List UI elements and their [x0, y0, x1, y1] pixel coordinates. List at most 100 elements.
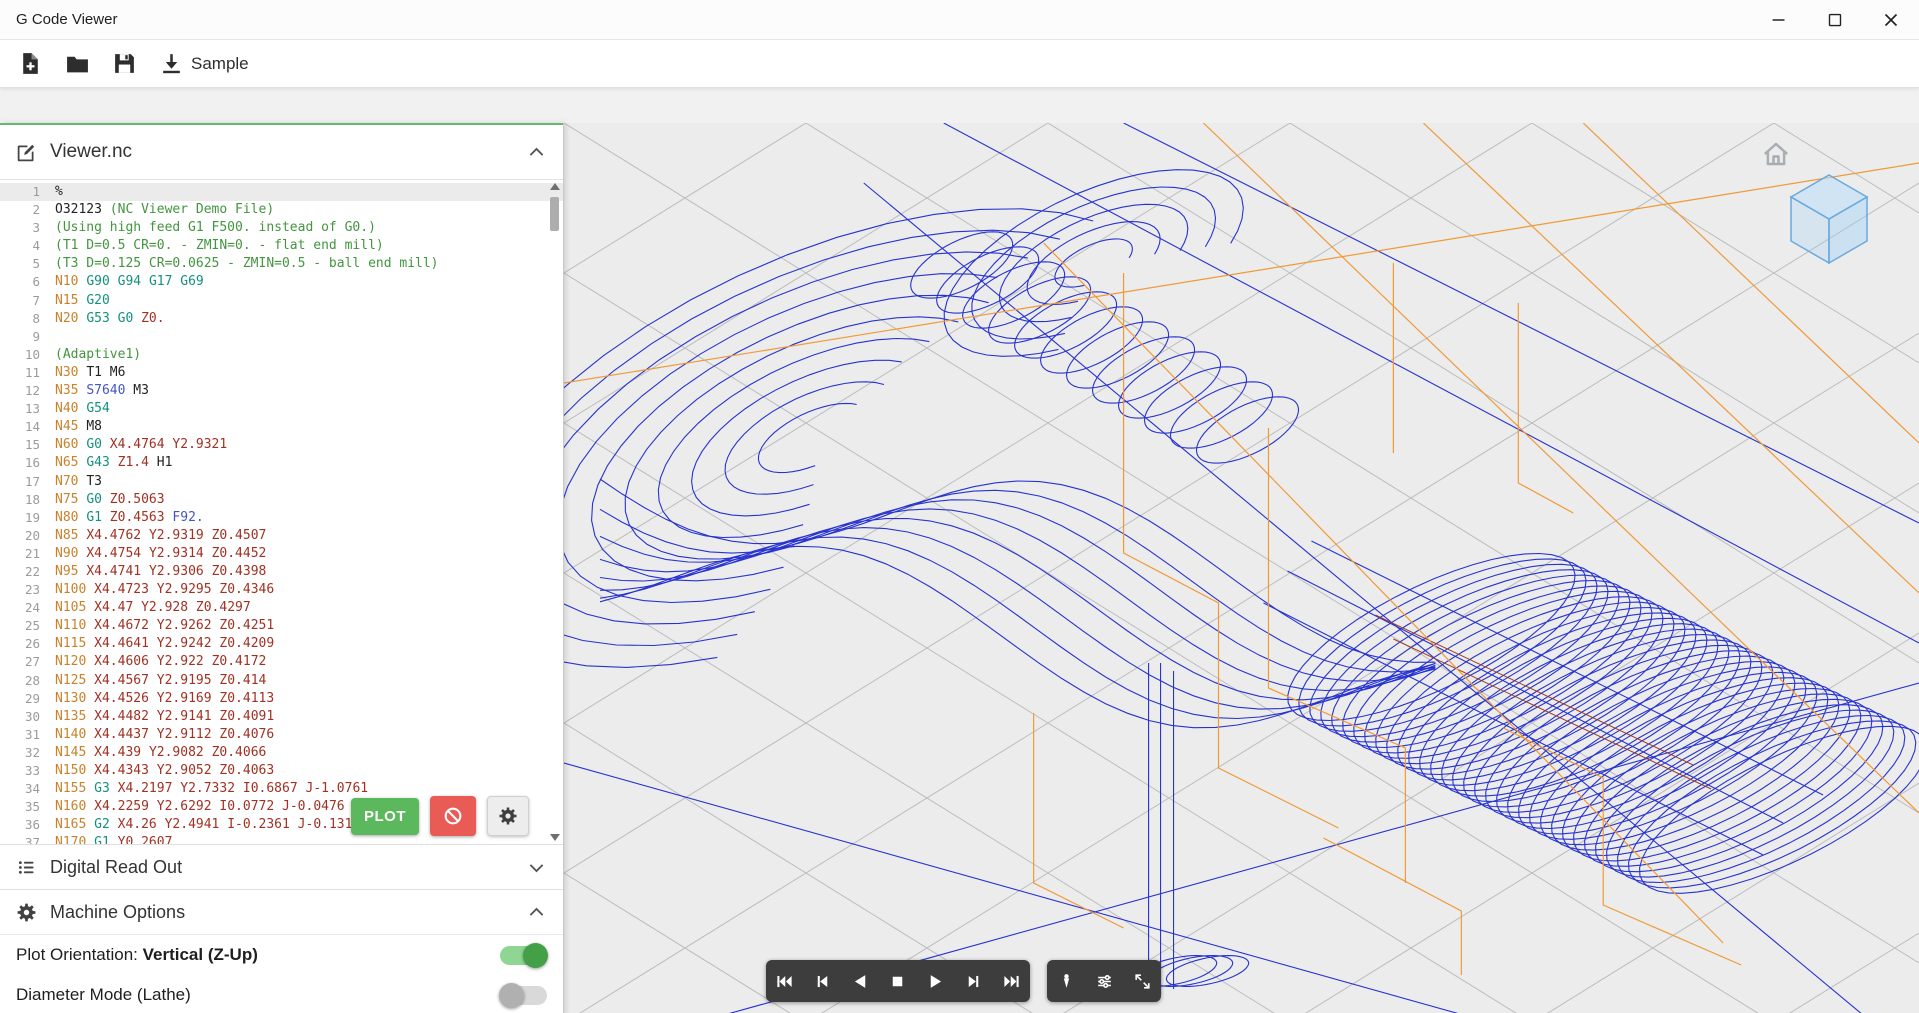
code-line[interactable]: 23N100 X4.4723 Y2.9295 Z0.4346 — [0, 581, 563, 599]
line-number: 26 — [0, 635, 55, 653]
minimize-button[interactable] — [1751, 0, 1807, 39]
code-line[interactable]: 25N110 X4.4672 Y2.9262 Z0.4251 — [0, 617, 563, 635]
code-line[interactable]: 4(T1 D=0.5 CR=0. - ZMIN=0. - flat end mi… — [0, 237, 563, 255]
plot-settings-button[interactable] — [487, 796, 529, 836]
scrollbar-thumb[interactable] — [550, 197, 559, 231]
play-button[interactable] — [922, 963, 950, 999]
code-text: N90 X4.4754 Y2.9314 Z0.4452 — [55, 545, 266, 563]
scroll-up-arrow-icon[interactable] — [550, 183, 560, 190]
code-line[interactable]: 27N120 X4.4606 Y2.922 Z0.4172 — [0, 653, 563, 671]
machine-options-header[interactable]: Machine Options — [0, 889, 563, 935]
sample-button[interactable]: Sample — [153, 45, 255, 82]
code-line[interactable]: 24N105 X4.47 Y2.928 Z0.4297 — [0, 599, 563, 617]
editor-scrollbar[interactable] — [548, 183, 561, 841]
line-number: 36 — [0, 816, 55, 834]
code-line[interactable]: 31N140 X4.4437 Y2.9112 Z0.4076 — [0, 726, 563, 744]
code-line[interactable]: 7N15 G20 — [0, 292, 563, 310]
plot-orientation-toggle[interactable] — [500, 946, 547, 965]
code-text: N80 G1 Z0.4563 F92. — [55, 509, 204, 527]
line-number: 31 — [0, 726, 55, 744]
code-line[interactable]: 21N90 X4.4754 Y2.9314 Z0.4452 — [0, 545, 563, 563]
digital-read-out-header[interactable]: Digital Read Out — [0, 844, 563, 889]
code-line[interactable]: 10(Adaptive1) — [0, 346, 563, 364]
maximize-button[interactable] — [1807, 0, 1863, 39]
code-line[interactable]: 5(T3 D=0.125 CR=0.0625 - ZMIN=0.5 - ball… — [0, 255, 563, 273]
code-line[interactable]: 29N130 X4.4526 Y2.9169 Z0.4113 — [0, 690, 563, 708]
line-number: 11 — [0, 364, 55, 382]
code-line[interactable]: 11N30 T1 M6 — [0, 364, 563, 382]
code-line[interactable]: 1% — [0, 183, 563, 201]
code-text: N40 G54 — [55, 400, 110, 418]
code-text: N155 G3 X4.2197 Y2.7332 I0.6867 J-1.0761 — [55, 780, 368, 798]
code-line[interactable]: 22N95 X4.4741 Y2.9306 Z0.4398 — [0, 563, 563, 581]
code-editor[interactable]: 1%2O32123 (NC Viewer Demo File)3(Using h… — [0, 180, 563, 844]
code-lines[interactable]: 1%2O32123 (NC Viewer Demo File)3(Using h… — [0, 183, 563, 844]
save-button[interactable] — [106, 45, 143, 82]
toggle-knob — [523, 943, 548, 968]
sliders-icon — [1095, 972, 1114, 991]
code-line[interactable]: 18N75 G0 Z0.5063 — [0, 491, 563, 509]
code-line[interactable]: 6N10 G90 G94 G17 G69 — [0, 273, 563, 291]
code-line[interactable]: 32N145 X4.439 Y2.9082 Z0.4066 — [0, 744, 563, 762]
step-back-button[interactable] — [809, 963, 837, 999]
fullscreen-button[interactable] — [1128, 963, 1156, 999]
collapse-editor-chevron-icon[interactable] — [526, 142, 547, 163]
reverse-play-button[interactable] — [846, 963, 874, 999]
code-line[interactable]: 8N20 G53 G0 Z0. — [0, 310, 563, 328]
line-number: 27 — [0, 653, 55, 671]
edit-icon — [16, 142, 37, 163]
scroll-down-arrow-icon[interactable] — [550, 834, 560, 841]
list-icon — [16, 857, 37, 878]
code-line[interactable]: 3(Using high feed G1 F500. instead of G0… — [0, 219, 563, 237]
close-button[interactable] — [1863, 0, 1919, 39]
code-line[interactable]: 9 — [0, 328, 563, 346]
code-line[interactable]: 30N135 X4.4482 Y2.9141 Z0.4091 — [0, 708, 563, 726]
view-cube[interactable] — [1779, 165, 1879, 265]
code-line[interactable]: 19N80 G1 Z0.4563 F92. — [0, 509, 563, 527]
content-background-strip — [0, 88, 1919, 123]
code-text: N125 X4.4567 Y2.9195 Z0.414 — [55, 672, 266, 690]
code-text: N35 S7640 M3 — [55, 382, 149, 400]
code-line[interactable]: 33N150 X4.4343 Y2.9052 Z0.4063 — [0, 762, 563, 780]
step-forward-button[interactable] — [959, 963, 987, 999]
new-file-button[interactable] — [12, 45, 49, 82]
code-line[interactable]: 12N35 S7640 M3 — [0, 382, 563, 400]
plot-viewport[interactable] — [564, 123, 1919, 1013]
file-header[interactable]: Viewer.nc — [0, 123, 563, 180]
code-text: N105 X4.47 Y2.928 Z0.4297 — [55, 599, 251, 617]
skip-start-button[interactable] — [771, 963, 799, 999]
line-number: 10 — [0, 346, 55, 364]
display-options-button[interactable] — [1090, 963, 1118, 999]
line-number: 24 — [0, 599, 55, 617]
code-line[interactable]: 20N85 X4.4762 Y2.9319 Z0.4507 — [0, 527, 563, 545]
diameter-mode-toggle[interactable] — [500, 986, 547, 1005]
code-line[interactable]: 28N125 X4.4567 Y2.9195 Z0.414 — [0, 672, 563, 690]
code-line[interactable]: 26N115 X4.4641 Y2.9242 Z0.4209 — [0, 635, 563, 653]
code-text: N95 X4.4741 Y2.9306 Z0.4398 — [55, 563, 266, 581]
code-line[interactable]: 15N60 G0 X4.4764 Y2.9321 — [0, 436, 563, 454]
code-text: (Using high feed G1 F500. instead of G0.… — [55, 219, 376, 237]
code-line[interactable]: 16N65 G43 Z1.4 H1 — [0, 454, 563, 472]
stop-plot-button[interactable] — [430, 796, 476, 836]
line-number: 21 — [0, 545, 55, 563]
digital-read-out-title: Digital Read Out — [50, 857, 182, 878]
open-file-button[interactable] — [59, 45, 96, 82]
skip-end-button[interactable] — [997, 963, 1025, 999]
line-number: 22 — [0, 563, 55, 581]
code-line[interactable]: 13N40 G54 — [0, 400, 563, 418]
line-number: 29 — [0, 690, 55, 708]
line-number: 28 — [0, 672, 55, 690]
collapse-machine-options-chevron-icon[interactable] — [526, 902, 547, 923]
expand-dro-chevron-icon[interactable] — [526, 857, 547, 878]
machine-options-title: Machine Options — [50, 902, 185, 923]
app-window: G Code Viewer Sample Viewer.nc 1%2O32123… — [0, 0, 1919, 1013]
maximize-icon — [1824, 9, 1846, 31]
show-tool-button[interactable] — [1052, 963, 1080, 999]
stop-button[interactable] — [884, 963, 912, 999]
code-line[interactable]: 14N45 M8 — [0, 418, 563, 436]
plot-button[interactable]: PLOT — [351, 798, 419, 835]
code-line[interactable]: 17N70 T3 — [0, 473, 563, 491]
code-line[interactable]: 2O32123 (NC Viewer Demo File) — [0, 201, 563, 219]
line-number: 4 — [0, 237, 55, 255]
fullscreen-icon — [1133, 972, 1152, 991]
